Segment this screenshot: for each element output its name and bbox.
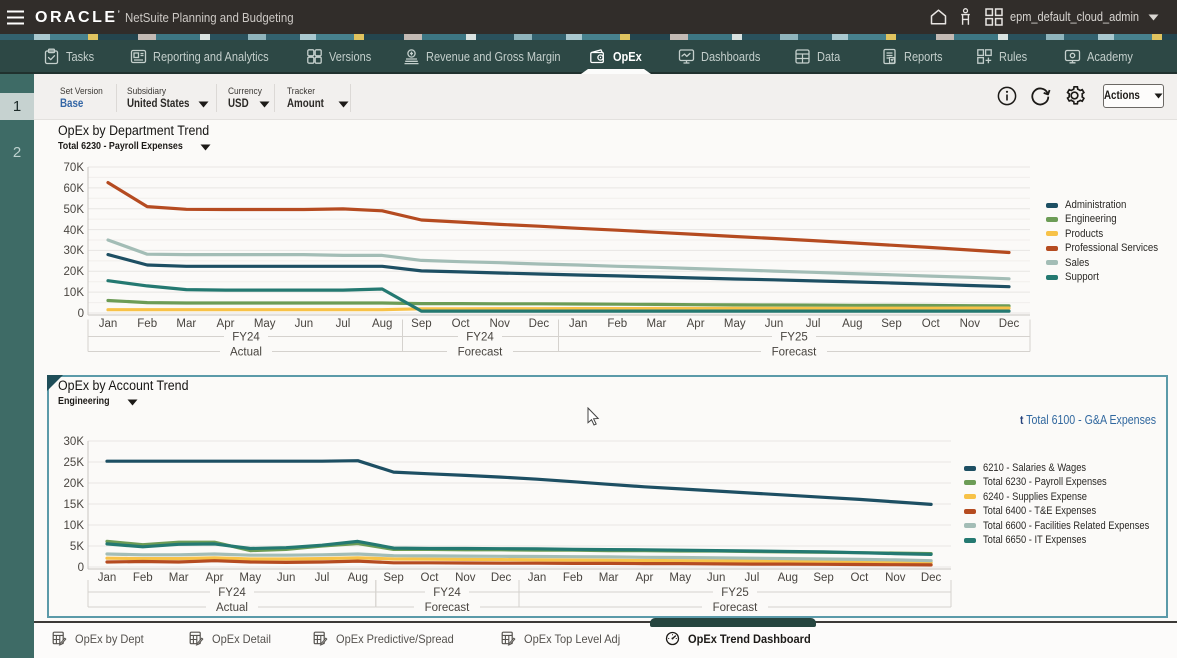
svg-text:5K: 5K — [70, 541, 84, 553]
svg-text:Jul: Jul — [336, 318, 351, 330]
svg-text:Apr: Apr — [206, 572, 224, 584]
svg-text:Jun: Jun — [707, 572, 726, 584]
svg-text:Jan: Jan — [99, 318, 118, 330]
svg-text:May: May — [724, 318, 746, 330]
svg-text:Forecast: Forecast — [713, 602, 759, 614]
svg-text:Jun: Jun — [277, 572, 296, 584]
svg-text:Mar: Mar — [176, 318, 196, 330]
svg-text:Jun: Jun — [295, 318, 314, 330]
svg-text:Sep: Sep — [813, 572, 833, 584]
svg-text:50K: 50K — [64, 204, 85, 216]
svg-text:Forecast: Forecast — [772, 347, 818, 359]
svg-text:Dec: Dec — [921, 572, 942, 584]
svg-text:May: May — [669, 572, 691, 584]
svg-text:0: 0 — [78, 562, 84, 574]
svg-text:Feb: Feb — [137, 318, 157, 330]
svg-text:FY24: FY24 — [218, 587, 246, 599]
svg-text:Apr: Apr — [687, 318, 705, 330]
svg-text:Oct: Oct — [452, 318, 471, 330]
svg-text:Nov: Nov — [455, 572, 476, 584]
svg-text:Oct: Oct — [922, 318, 941, 330]
svg-text:Nov: Nov — [885, 572, 906, 584]
svg-text:Apr: Apr — [635, 572, 653, 584]
svg-text:40K: 40K — [64, 225, 85, 237]
svg-text:May: May — [254, 318, 276, 330]
svg-text:Oct: Oct — [421, 572, 440, 584]
svg-text:Nov: Nov — [489, 318, 510, 330]
svg-text:Aug: Aug — [842, 318, 862, 330]
svg-text:Sep: Sep — [881, 318, 901, 330]
svg-text:10K: 10K — [64, 520, 85, 532]
svg-text:Apr: Apr — [217, 318, 235, 330]
svg-text:Dec: Dec — [529, 318, 550, 330]
svg-text:Mar: Mar — [169, 572, 189, 584]
svg-text:Sep: Sep — [383, 572, 403, 584]
svg-text:Feb: Feb — [563, 572, 583, 584]
svg-text:Jun: Jun — [765, 318, 784, 330]
svg-text:Nov: Nov — [960, 318, 981, 330]
svg-text:Jan: Jan — [569, 318, 588, 330]
svg-text:Jan: Jan — [528, 572, 547, 584]
svg-text:May: May — [239, 572, 261, 584]
svg-text:FY24: FY24 — [232, 332, 260, 344]
svg-text:Mar: Mar — [599, 572, 619, 584]
svg-text:0: 0 — [78, 308, 84, 320]
svg-text:Actual: Actual — [230, 347, 262, 359]
svg-text:Jul: Jul — [806, 318, 821, 330]
svg-text:70K: 70K — [64, 162, 85, 174]
svg-text:Jul: Jul — [745, 572, 760, 584]
svg-text:10K: 10K — [64, 287, 85, 299]
svg-text:FY25: FY25 — [721, 587, 749, 599]
svg-text:Dec: Dec — [999, 318, 1020, 330]
svg-text:Jan: Jan — [98, 572, 117, 584]
svg-text:Feb: Feb — [133, 572, 153, 584]
svg-text:FY24: FY24 — [466, 332, 494, 344]
svg-text:FY24: FY24 — [433, 587, 461, 599]
svg-text:FY25: FY25 — [780, 332, 808, 344]
svg-text:Dec: Dec — [491, 572, 512, 584]
svg-text:20K: 20K — [64, 266, 85, 278]
svg-text:Jul: Jul — [315, 572, 330, 584]
svg-text:Sep: Sep — [411, 318, 431, 330]
svg-text:25K: 25K — [64, 457, 85, 469]
svg-text:Forecast: Forecast — [458, 347, 504, 359]
svg-text:Mar: Mar — [646, 318, 666, 330]
svg-text:Feb: Feb — [607, 318, 627, 330]
svg-text:Aug: Aug — [372, 318, 392, 330]
svg-text:Forecast: Forecast — [425, 602, 471, 614]
svg-text:30K: 30K — [64, 245, 85, 257]
svg-text:Actual: Actual — [216, 602, 248, 614]
svg-text:60K: 60K — [64, 183, 85, 195]
svg-text:30K: 30K — [64, 436, 85, 448]
svg-text:Oct: Oct — [850, 572, 869, 584]
svg-text:15K: 15K — [64, 499, 85, 511]
svg-text:20K: 20K — [64, 478, 85, 490]
svg-text:Aug: Aug — [778, 572, 798, 584]
svg-text:Aug: Aug — [348, 572, 368, 584]
